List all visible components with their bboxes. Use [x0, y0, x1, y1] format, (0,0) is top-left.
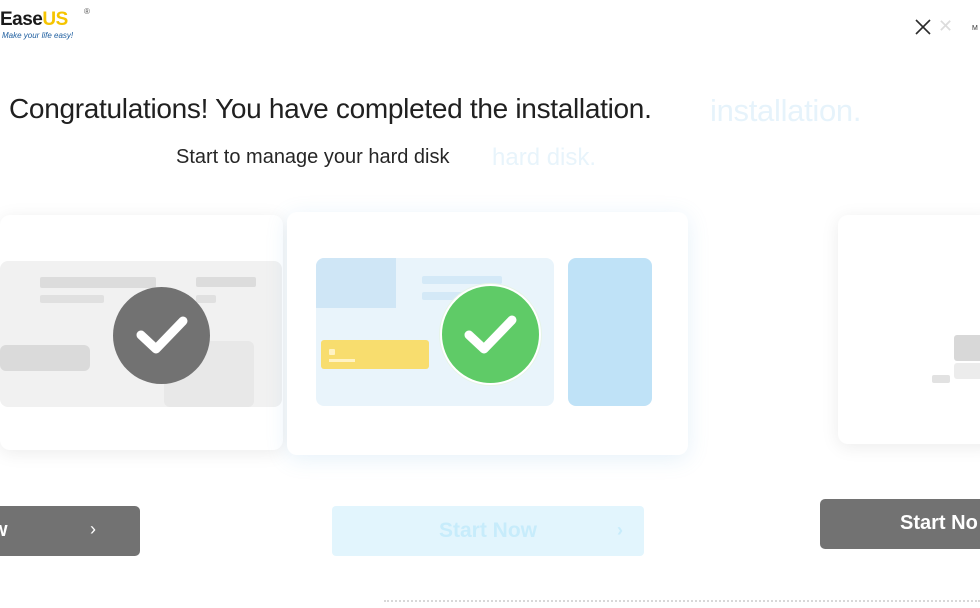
logo-wordmark-suffix: US [42, 9, 68, 30]
logo-tagline: Make your life easy! [2, 31, 74, 40]
card-right-bar [932, 375, 950, 383]
card-right-bar [954, 335, 980, 361]
close-icon [915, 19, 931, 35]
chevron-right-icon: › [90, 519, 96, 539]
illustration-card-main [287, 212, 688, 455]
card-right-bar [954, 363, 980, 379]
close-ghost-icon: ✕ [938, 16, 954, 36]
subtitle-ghost: hard disk. [492, 144, 597, 171]
title-ghost: installation. [710, 93, 862, 128]
illustration-card-right [838, 215, 980, 444]
logo-wordmark: EaseUS [0, 9, 68, 31]
installer-complete-page: EaseUS ® Make your life easy! ✕ M instal… [0, 0, 980, 608]
card-left-bar [196, 277, 256, 287]
close-label-fragment: M [972, 25, 978, 32]
close-button[interactable] [910, 14, 936, 40]
logo-wordmark-prefix: Ease [0, 9, 43, 30]
illustration-tag [321, 340, 429, 369]
illustration-tag-dot [329, 349, 335, 355]
page-subtitle: Start to manage your hard disk [176, 146, 450, 168]
start-now-button[interactable]: Start Now › [332, 506, 644, 556]
start-now-button-ghost-left[interactable]: w › [0, 506, 140, 556]
footer-divider [384, 600, 980, 602]
start-now-label: Start Now [438, 519, 537, 542]
success-check-badge [440, 284, 541, 385]
illustration-tile-header [316, 258, 396, 308]
illustration-tag-line [329, 359, 355, 362]
check-badge-ghost [113, 287, 210, 384]
check-icon [136, 316, 188, 354]
logo-registered-mark: ® [84, 7, 90, 16]
illustration-tile-side [568, 258, 652, 406]
easeus-logo: EaseUS ® Make your life easy! [0, 7, 100, 45]
chevron-right-icon: › [617, 520, 623, 540]
card-left-bar [40, 295, 104, 303]
check-icon [464, 315, 517, 354]
illustration-tile-line [422, 276, 502, 284]
card-left-block [0, 345, 90, 371]
start-now-button-ghost-right[interactable]: Start No [820, 499, 980, 549]
start-now-label: Start No [900, 512, 978, 534]
start-now-label: w [0, 519, 8, 542]
page-title: Congratulations! You have completed the … [9, 93, 652, 124]
